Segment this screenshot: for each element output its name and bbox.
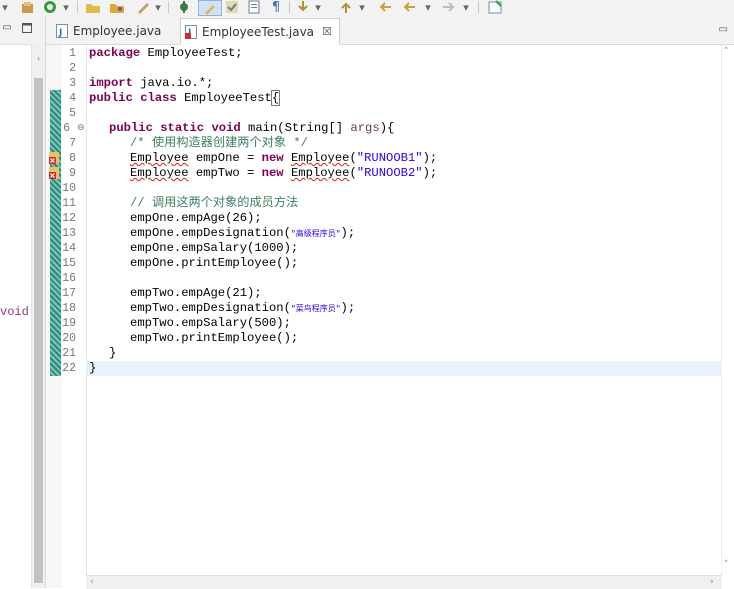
scroll-up-icon[interactable]: ‹ xyxy=(32,52,45,65)
maximize-icon[interactable] xyxy=(22,23,32,33)
code-line-15: empOne.printEmployee(); xyxy=(130,256,299,270)
line-number: 10 xyxy=(62,182,76,195)
line-number: 14 xyxy=(62,242,76,255)
error-icon[interactable] xyxy=(49,152,62,165)
forward-icon[interactable] xyxy=(440,0,458,14)
svg-text:J: J xyxy=(58,28,62,38)
scrollbar-thumb[interactable] xyxy=(34,78,43,583)
java-file-icon: J xyxy=(56,23,68,38)
toolbar-separator xyxy=(478,1,479,13)
next-annotation-icon[interactable] xyxy=(296,0,310,14)
toolbar-separator xyxy=(168,1,169,13)
line-number: 4 xyxy=(69,92,76,105)
last-edit-icon[interactable] xyxy=(376,0,394,14)
scroll-right-icon[interactable]: › xyxy=(710,577,714,587)
line-number: 7 xyxy=(69,137,76,150)
dropdown-icon[interactable]: ▾ xyxy=(62,0,70,14)
scroll-left-icon[interactable]: ‹ xyxy=(90,577,94,587)
code-line-12: empOne.empAge(26); xyxy=(130,211,262,225)
annotation-icon[interactable] xyxy=(134,0,152,14)
dropdown-icon[interactable]: ▾ xyxy=(154,0,162,14)
line-number: 12 xyxy=(62,212,76,225)
line-number: 17 xyxy=(62,287,76,300)
pin-editor-icon[interactable] xyxy=(486,0,504,14)
line-number: 22 xyxy=(62,362,76,375)
java-file-error-icon: J xyxy=(185,24,197,39)
code-line-4: public class EmployeeTest{ xyxy=(89,90,281,106)
code-line-1: package EmployeeTest; xyxy=(89,46,243,60)
editor-view-controls: ▭ xyxy=(719,24,728,35)
line-number: 6 xyxy=(63,122,70,135)
open-folder-icon[interactable] xyxy=(84,0,102,14)
code-line-6: public static void main(String[] args){ xyxy=(109,121,395,135)
line-number: 18 xyxy=(62,302,76,315)
tab-employeetest-java[interactable]: J EmployeeTest.java ☒ xyxy=(180,18,340,45)
editor-tab-bar: J Employee.java J EmployeeTest.java ☒ ▭ xyxy=(46,16,734,45)
line-number: 20 xyxy=(62,332,76,345)
code-editor[interactable]: 1 2 3 4 5 6 7 8 9 10 11 12 13 14 15 16 17 18 19 20 21 22 ⊖ pa… xyxy=(46,45,734,589)
toolbar-separator xyxy=(289,1,290,13)
line-number: 2 xyxy=(69,62,76,75)
error-icon[interactable] xyxy=(49,167,62,180)
toolbar-separator xyxy=(77,1,78,13)
code-line-18: empTwo.empDesignation("菜鸟程序员"); xyxy=(130,301,356,315)
refresh-icon[interactable] xyxy=(42,0,58,14)
code-line-19: empTwo.empSalary(500); xyxy=(130,316,291,330)
tab-label: EmployeeTest.java xyxy=(202,24,315,39)
debug-icon[interactable] xyxy=(176,0,192,14)
line-number: 21 xyxy=(62,347,76,360)
line-number: 8 xyxy=(69,152,76,165)
toolbar-overflow-icon[interactable]: ▾ xyxy=(2,0,8,14)
scroll-up-icon[interactable]: ˄ xyxy=(724,47,729,57)
line-number: 1 xyxy=(69,47,76,60)
pilcrow-icon[interactable]: ¶ xyxy=(270,0,282,15)
code-line-17: empTwo.empAge(21); xyxy=(130,286,262,300)
current-line-highlight xyxy=(87,361,723,376)
tab-label: Employee.java xyxy=(73,23,162,38)
code-line-3: import java.io.*; xyxy=(89,76,214,90)
minimize-icon[interactable]: ▭ xyxy=(2,23,12,33)
block-select-icon[interactable] xyxy=(246,0,262,14)
line-number: 16 xyxy=(62,272,76,285)
toggle-mark-icon[interactable] xyxy=(224,0,240,14)
dropdown-icon[interactable]: ▾ xyxy=(358,0,366,14)
code-line-8: Employee empOne = new Employee("RUNOOB1"… xyxy=(130,151,438,165)
line-number: 3 xyxy=(69,77,76,90)
open-type-icon[interactable] xyxy=(108,0,126,14)
dropdown-icon[interactable]: ▾ xyxy=(424,0,432,14)
code-line-22: } xyxy=(89,361,97,375)
code-line-21: } xyxy=(109,346,117,360)
partial-code-text: void xyxy=(0,305,29,319)
code-line-11: // 调用这两个对象的成员方法 xyxy=(130,196,299,210)
new-class-icon[interactable] xyxy=(20,0,34,14)
dropdown-icon[interactable]: ▾ xyxy=(462,0,470,14)
panel-header: ▭ xyxy=(0,16,45,45)
code-text-area[interactable]: package EmployeeTest; import java.io.*; … xyxy=(86,45,723,575)
code-line-20: empTwo.printEmployee(); xyxy=(130,331,299,345)
editor-horizontal-scrollbar[interactable]: ‹ › xyxy=(86,575,722,589)
panel-scrollbar[interactable]: ‹ xyxy=(31,44,45,588)
main-toolbar: ▾ ▾ ▾ ¶ ▾ ▾ ▾ ▾ xyxy=(0,0,734,16)
fold-collapse-icon[interactable]: ⊖ xyxy=(77,124,86,133)
line-number: 11 xyxy=(62,197,76,210)
close-tab-icon[interactable]: ☒ xyxy=(322,25,332,38)
tab-employee-java[interactable]: J Employee.java xyxy=(52,18,178,43)
previous-annotation-icon[interactable] xyxy=(338,0,354,14)
minimize-editor-icon[interactable]: ▭ xyxy=(719,24,728,35)
code-line-9: Employee empTwo = new Employee("RUNOOB2"… xyxy=(130,166,438,180)
line-number: 19 xyxy=(62,317,76,330)
dropdown-icon[interactable]: ▾ xyxy=(314,0,322,14)
scroll-down-icon[interactable]: ˅ xyxy=(724,560,729,570)
line-number: 9 xyxy=(69,167,76,180)
line-number: 13 xyxy=(62,227,76,240)
line-number: 15 xyxy=(62,257,76,270)
editor-vertical-scrollbar[interactable]: ˄ ˅ xyxy=(721,45,734,575)
highlight-icon[interactable] xyxy=(198,0,222,16)
code-line-13: empOne.empDesignation("高级程序员"); xyxy=(130,226,356,240)
code-line-7: /* 使用构造器创建两个对象 */ xyxy=(130,136,308,150)
code-line-14: empOne.empSalary(1000); xyxy=(130,241,299,255)
back-icon[interactable] xyxy=(400,0,418,14)
line-number: 5 xyxy=(69,107,76,120)
package-explorer-panel: ▭ void ‹ xyxy=(0,16,46,588)
